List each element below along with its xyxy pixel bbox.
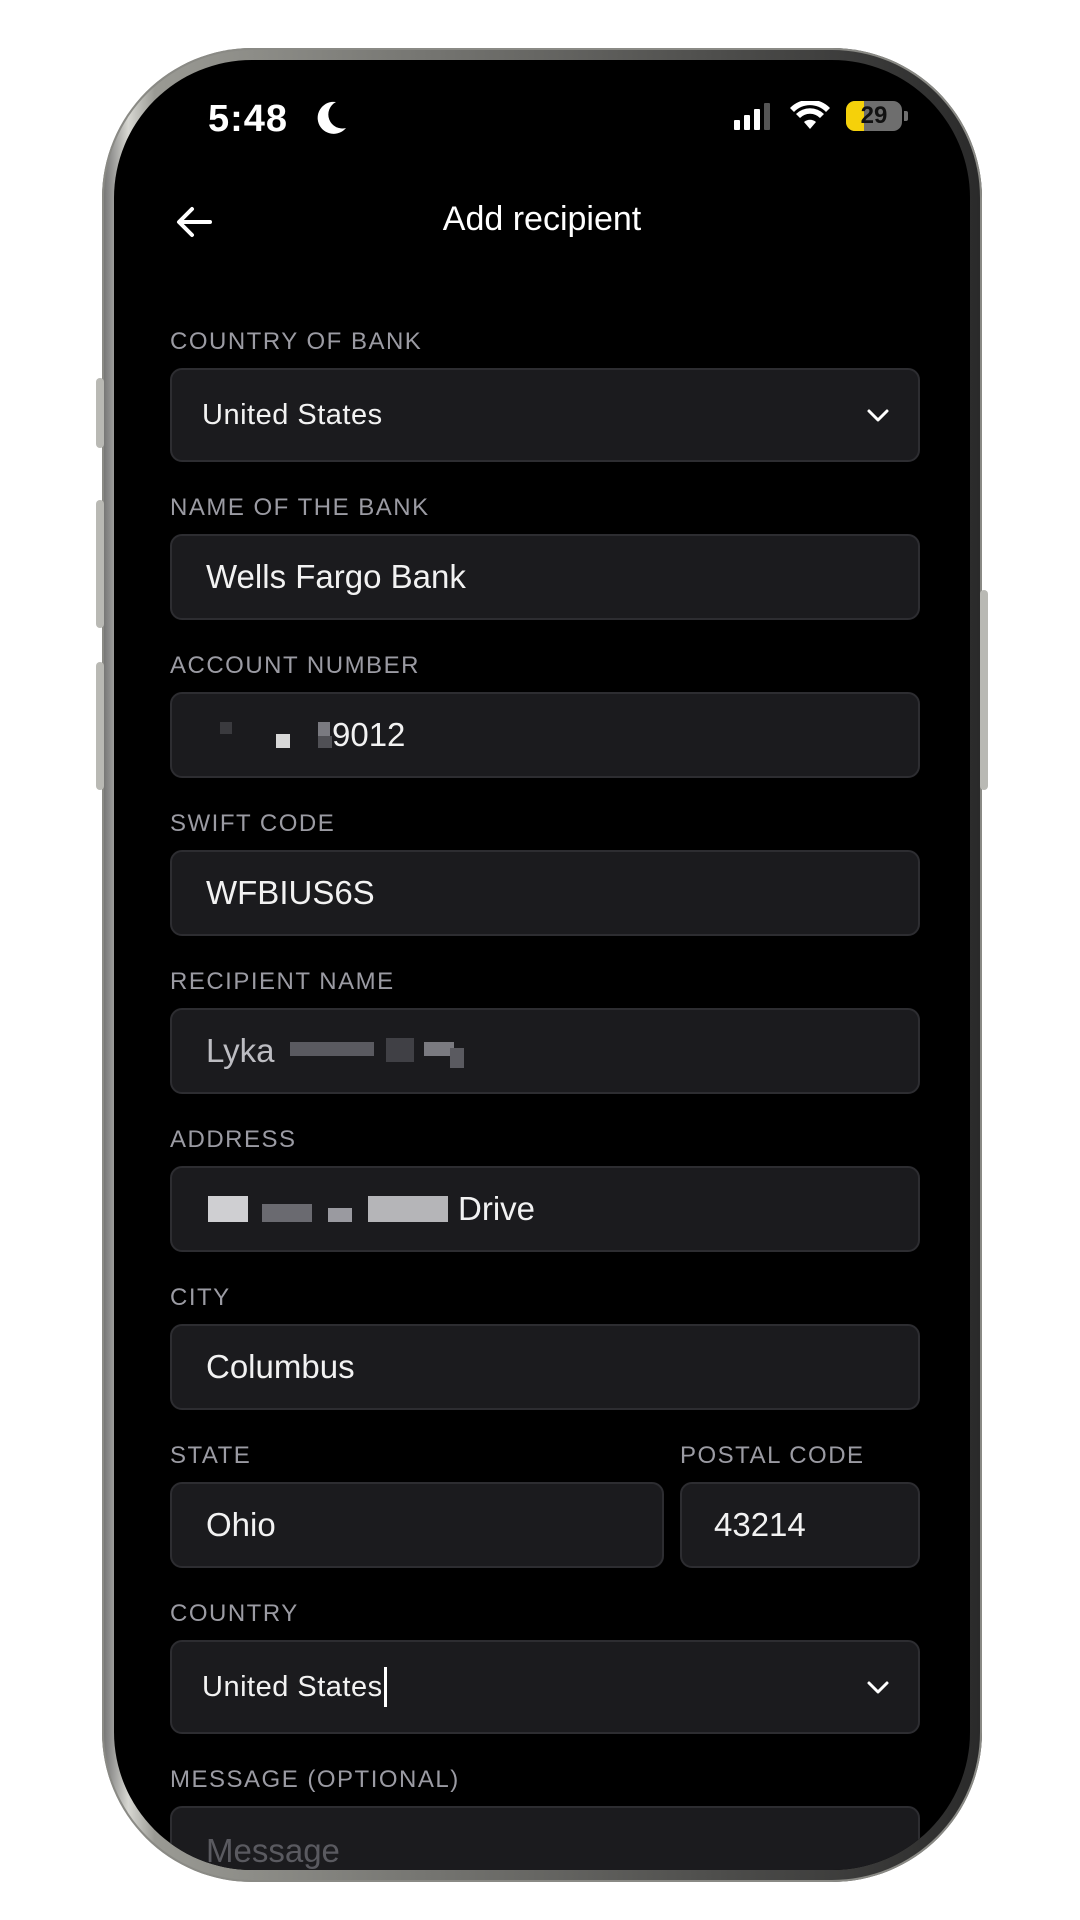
swift-code-label: SWIFT CODE — [170, 810, 336, 837]
address-label: ADDRESS — [170, 1126, 297, 1153]
recipient-name-label: RECIPIENT NAME — [170, 968, 395, 995]
moon-icon — [317, 101, 346, 134]
account-number-suffix: 9012 — [332, 715, 406, 753]
battery-level: 29 — [860, 102, 888, 129]
account-number-value: 9012 — [206, 716, 405, 754]
swift-code-value: WFBIUS6S — [206, 874, 375, 911]
country-value: United States — [202, 1670, 383, 1703]
country-of-bank-select[interactable]: United States — [170, 368, 920, 462]
postal-code-field[interactable]: 43214 — [680, 1482, 920, 1568]
address-suffix: Drive — [458, 1190, 536, 1227]
country-of-bank-value: United States — [202, 398, 383, 431]
cellular-signal-icon — [734, 103, 770, 130]
bank-name-field[interactable]: Wells Fargo Bank — [170, 534, 920, 620]
redacted-pixels — [208, 1196, 450, 1226]
message-placeholder: Message — [206, 1832, 340, 1869]
message-label: MESSAGE (OPTIONAL) — [170, 1766, 460, 1793]
text-cursor — [383, 1667, 387, 1707]
volume-down-button — [96, 662, 104, 790]
account-number-field[interactable]: 9012 — [170, 692, 920, 778]
address-field[interactable]: Drive — [170, 1166, 920, 1252]
status-time: 5:48 — [208, 98, 289, 140]
country-of-bank-label: COUNTRY OF BANK — [170, 328, 423, 355]
bank-name-label: NAME OF THE BANK — [170, 494, 430, 521]
swift-code-field[interactable]: WFBIUS6S — [170, 850, 920, 936]
action-button — [96, 378, 104, 448]
country-label: COUNTRY — [170, 1600, 299, 1627]
chevron-down-icon — [867, 409, 889, 422]
message-field[interactable]: Message — [170, 1806, 920, 1870]
postal-code-label: POSTAL CODE — [680, 1442, 865, 1469]
postal-code-value: 43214 — [714, 1506, 806, 1543]
city-label: CITY — [170, 1284, 231, 1311]
state-field[interactable]: Ohio — [170, 1482, 664, 1568]
state-value: Ohio — [206, 1506, 276, 1543]
bank-name-value: Wells Fargo Bank — [206, 558, 466, 595]
recipient-first-name: Lyka — [206, 1032, 275, 1069]
status-icons: 29 — [734, 96, 908, 136]
wifi-icon — [790, 101, 830, 129]
redacted-pixels — [206, 720, 332, 754]
city-field[interactable]: Columbus — [170, 1324, 920, 1410]
battery-cap — [904, 111, 908, 121]
address-value: Drive — [208, 1190, 535, 1228]
account-number-label: ACCOUNT NUMBER — [170, 652, 420, 679]
recipient-name-value: Lyka — [206, 1032, 468, 1070]
redacted-pixels — [289, 1038, 468, 1069]
power-button — [980, 590, 988, 790]
battery-icon: 29 — [846, 101, 902, 131]
recipient-name-field[interactable]: Lyka — [170, 1008, 920, 1094]
country-select[interactable]: United States — [170, 1640, 920, 1734]
state-label: STATE — [170, 1442, 252, 1469]
city-value: Columbus — [206, 1348, 355, 1385]
volume-up-button — [96, 500, 104, 628]
page-title: Add recipient — [442, 200, 642, 238]
app-screen: 5:48 29 Add recipient COUNTRY OF BANK Un… — [114, 60, 970, 1870]
chevron-down-icon — [867, 1681, 889, 1694]
